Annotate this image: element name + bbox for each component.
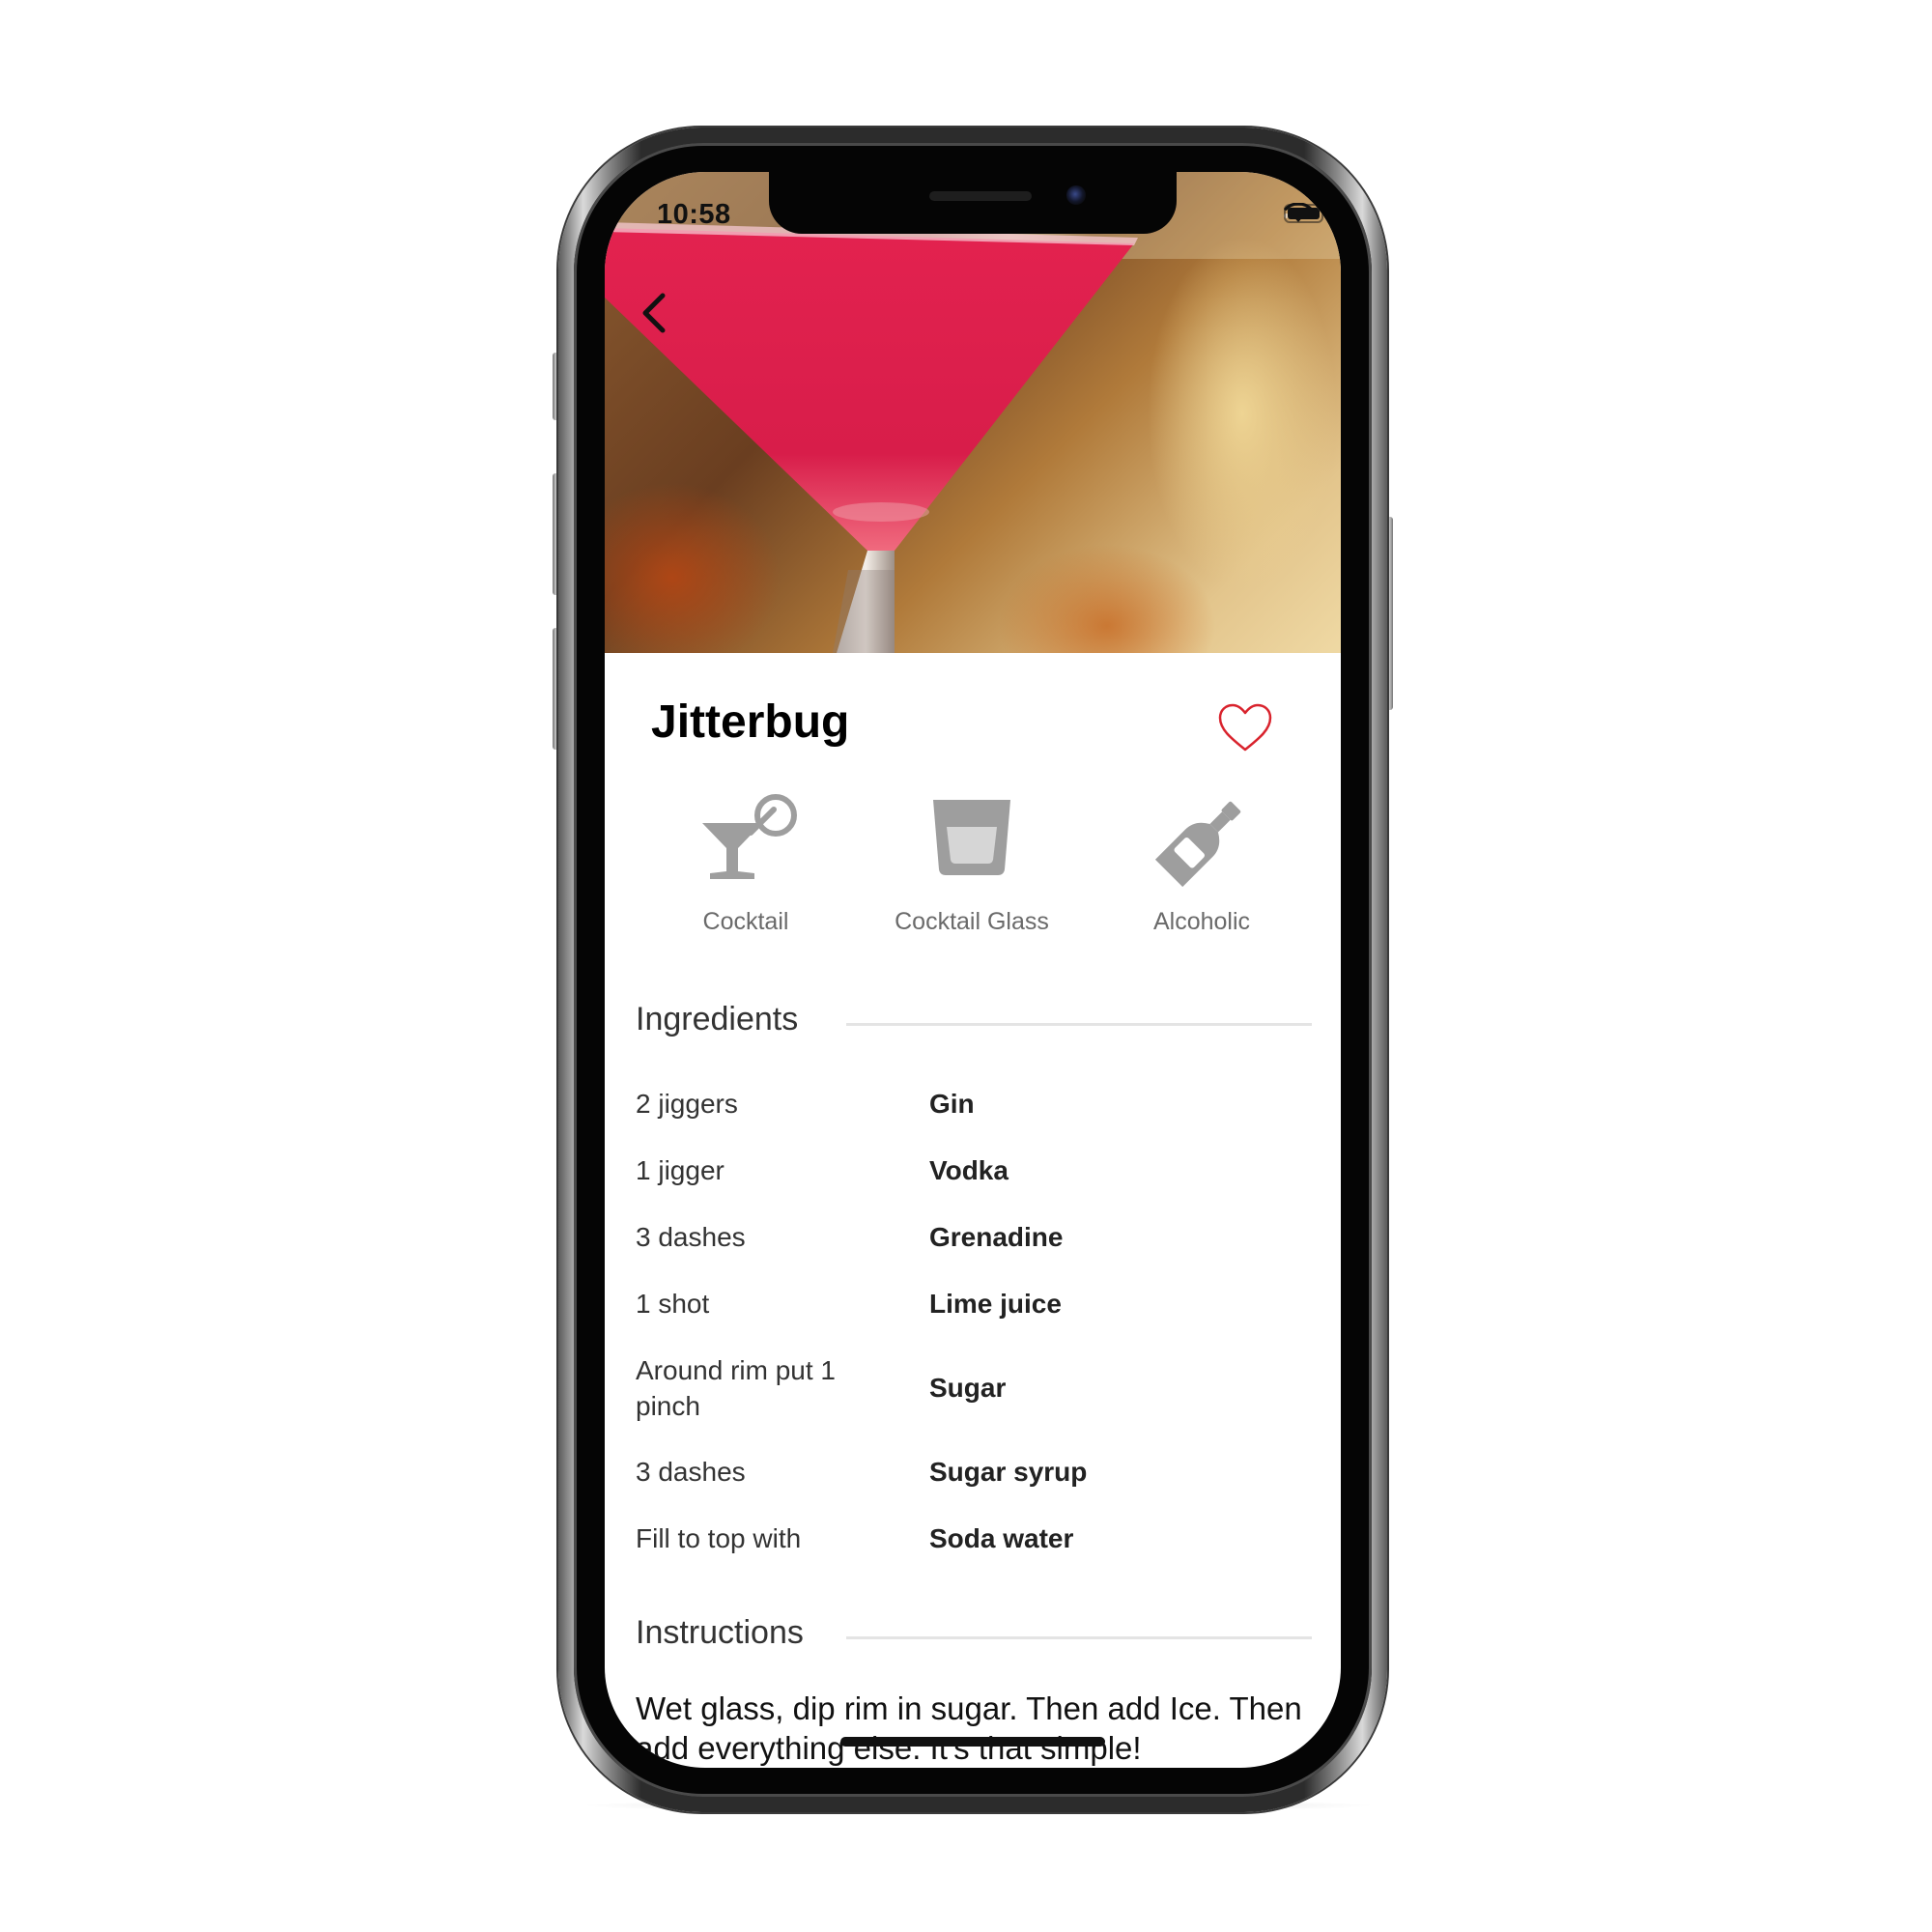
drink-title: Jitterbug [651,696,850,748]
heart-icon [1218,703,1272,752]
ingredients-header: Ingredients [636,1001,1312,1043]
cocktail-icon [702,794,797,879]
bottle-icon [1155,801,1241,887]
cocktail-photo: 10:58 [605,172,1341,653]
back-button[interactable] [639,292,682,346]
battery-icon [1284,204,1327,223]
ingredient-name: Gin [929,1089,975,1119]
ingredient-measure: 1 jigger [636,1155,724,1185]
alcohol-label: Alcoholic [1152,908,1251,935]
ingredient-name: Vodka [929,1155,1009,1185]
section-divider [846,1636,1312,1639]
front-camera [1066,185,1086,205]
ingredient-name: Sugar [929,1373,1007,1403]
ingredient-name: Lime juice [929,1289,1062,1319]
ingredient-measure: 3 dashes [636,1222,746,1252]
ingredient-measure: 2 jiggers [636,1089,738,1119]
alcohol-attribute: Alcoholic [1095,794,1308,936]
glass-label: Cocktail Glass [895,908,1049,935]
category-attribute: Cocktail [639,794,852,936]
instructions-text: Wet glass, dip rim in sugar. Then add Ic… [636,1690,1302,1766]
device-notch [769,172,1177,234]
device-mockup: 10:58 Jitterbug Cocktail Cocktail Glass … [0,0,1932,1932]
ingredient-measure: 1 shot [636,1289,710,1319]
instructions-title: Instructions [636,1614,804,1651]
ingredient-measure: Around rim put 1 pinch [636,1355,836,1421]
glass-icon [933,800,1010,875]
status-time: 10:58 [657,199,731,230]
section-divider [846,1023,1312,1026]
glass-attribute: Cocktail Glass [866,794,1078,936]
ingredient-name: Soda water [929,1523,1074,1553]
status-indicators [1284,203,1327,228]
chevron-left-icon [642,293,666,333]
earpiece-speaker [929,191,1032,201]
ingredients-title: Ingredients [636,1001,799,1037]
ingredient-measure: Fill to top with [636,1523,802,1553]
ingredient-name: Sugar syrup [929,1457,1088,1487]
app-screen: 10:58 Jitterbug Cocktail Cocktail Glass … [605,172,1341,1768]
ingredient-name: Grenadine [929,1222,1064,1252]
home-indicator[interactable] [840,1737,1105,1747]
cocktail-illustration [605,172,1341,653]
ingredient-measure: 3 dashes [636,1457,746,1487]
instructions-header: Instructions [636,1614,1312,1657]
category-label: Cocktail [702,908,789,935]
favorite-button[interactable] [1217,703,1273,753]
